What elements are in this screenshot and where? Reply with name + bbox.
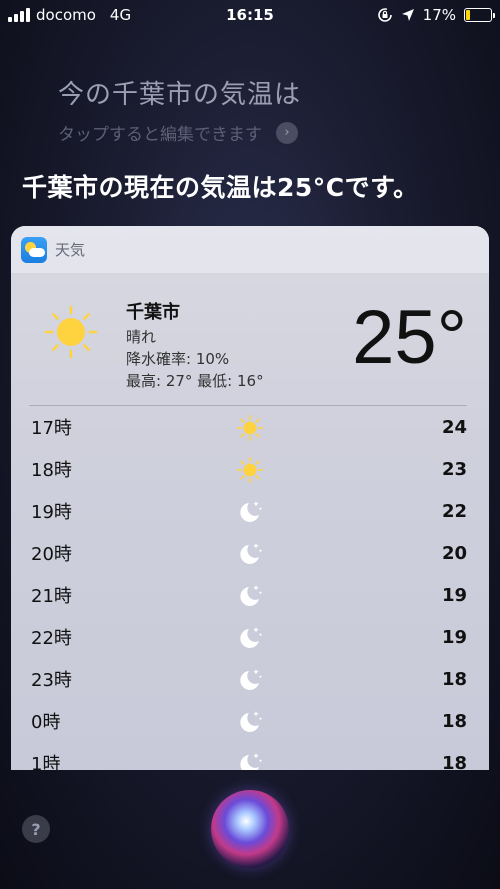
sun-icon [236,414,264,442]
hourly-row: 19時 22 [11,490,489,532]
hourly-row: 18時 23 [11,448,489,490]
status-bar: docomo 4G 16:15 17% [0,0,500,30]
hour-time: 20時 [31,544,72,565]
sun-icon [44,305,98,359]
battery-percent: 17% [422,6,456,24]
moon-stars-icon [236,540,264,568]
hour-time: 22時 [31,628,72,649]
siri-query-text[interactable]: 今の千葉市の気温は [58,74,301,111]
current-temperature: 25° [352,295,467,380]
signal-icon [8,8,30,22]
app-name: 天気 [55,241,86,259]
hour-temperature: 23 [441,458,467,480]
hour-temperature: 22 [441,500,467,522]
current-weather: 千葉市 晴れ 降水確率: 10% 最高: 27° 最低: 16° 25° [11,274,489,406]
hour-temperature: 18 [441,668,467,690]
sun-icon [236,456,264,484]
card-header[interactable]: 天気 [11,226,489,274]
hourly-row: 21時 19 [11,574,489,616]
hour-temperature: 20 [441,542,467,564]
hourly-row: 22時 19 [11,616,489,658]
moon-stars-icon [236,624,264,652]
high-low-temp: 最高: 27° 最低: 16° [126,372,264,390]
moon-stars-icon [236,666,264,694]
chevron-right-icon[interactable]: › [276,121,298,144]
weather-condition: 晴れ [126,328,157,346]
hourly-row: 17時 24 [11,406,489,448]
moon-stars-icon [236,708,264,736]
moon-stars-icon [236,750,264,770]
location-arrow-icon [401,9,414,21]
hourly-row: 0時 18 [11,700,489,742]
siri-orb-button[interactable] [211,790,289,868]
hour-time: 17時 [31,418,72,439]
city-name: 千葉市 [126,302,180,323]
carrier-name: docomo [36,6,96,24]
hour-time: 1時 [31,754,61,770]
hour-time: 19時 [31,502,72,523]
weather-card[interactable]: 天気 千葉市 晴れ 降水確率: 10% 最高: 27° 最低: 16° 25° … [11,226,489,770]
hourly-row: 23時 18 [11,658,489,700]
hourly-forecast-list: 17時 24 18時 23 19時 22 20時 20 21時 19 22時 19 23時 18 0時 18 1… [11,406,489,770]
hour-time: 0時 [31,712,61,733]
hour-temperature: 19 [441,626,467,648]
network-type: 4G [109,6,132,24]
moon-stars-icon [236,582,264,610]
weather-app-icon [21,236,47,263]
hour-temperature: 24 [441,416,467,438]
hour-temperature: 18 [441,710,467,732]
hour-temperature: 19 [441,584,467,606]
hour-time: 18時 [31,460,72,481]
tap-to-edit-hint[interactable]: タップすると編集できます › [58,120,298,145]
tap-to-edit-label: タップすると編集できます [58,125,262,145]
precipitation-chance: 降水確率: 10% [126,350,230,368]
hour-time: 21時 [31,586,72,607]
hourly-row: 1時 18 [11,742,489,770]
hour-temperature: 18 [441,752,467,771]
help-button[interactable]: ? [22,815,50,843]
siri-answer-text: 千葉市の現在の気温は25°Cです。 [22,173,419,202]
moon-stars-icon [236,498,264,526]
battery-icon [464,8,495,22]
rotation-lock-icon [377,8,392,22]
hour-time: 23時 [31,670,72,691]
hourly-row: 20時 20 [11,532,489,574]
